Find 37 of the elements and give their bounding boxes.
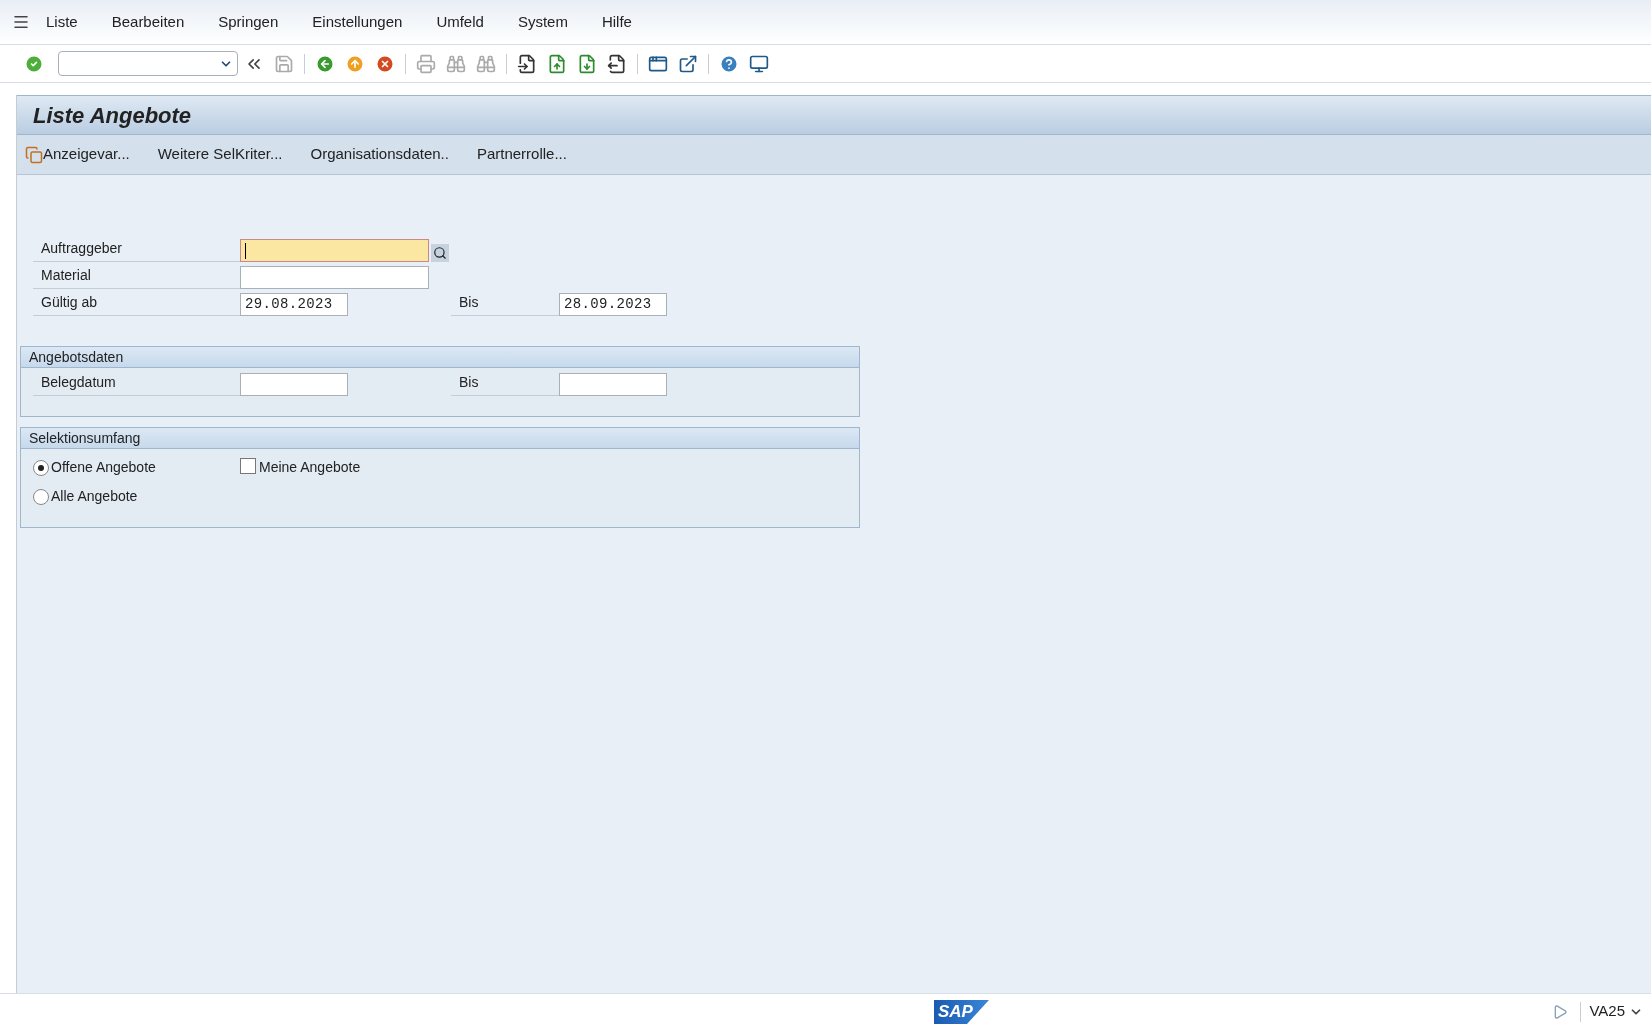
input-field[interactable] [240, 239, 429, 262]
menu-item[interactable]: System [517, 10, 568, 34]
group-title: Selektionsumfang [21, 428, 859, 449]
copy-icon [25, 145, 43, 164]
date-field[interactable] [559, 373, 667, 396]
menu-icon[interactable] [12, 13, 30, 31]
menu-item[interactable]: Springen [218, 10, 279, 34]
menu-item[interactable]: Hilfe [601, 10, 632, 34]
menu-item[interactable]: Bearbeiten [111, 10, 185, 34]
field-label: Material [33, 265, 240, 289]
play-icon[interactable] [1552, 1003, 1569, 1020]
input-field[interactable] [240, 266, 429, 289]
menu-item[interactable]: Umfeld [436, 10, 484, 34]
toolbar-button[interactable]: Anzeigevar... [25, 143, 130, 166]
field-label: Gültig ab [33, 292, 240, 316]
radio-label: Alle Angebote [51, 487, 138, 506]
screen-title: Liste Angebote [33, 101, 192, 130]
group-title: Angebotsdaten [21, 347, 859, 368]
command-field[interactable] [58, 51, 238, 76]
field-label: Belegdatum [33, 372, 240, 396]
checkbox[interactable] [240, 458, 256, 474]
toolbar-button[interactable]: Partnerrolle... [476, 143, 567, 166]
radio-button[interactable] [33, 488, 49, 505]
date-field[interactable] [240, 373, 348, 396]
toolbar-button[interactable]: Weitere SelKriter... [157, 143, 283, 166]
checkbox-label: Meine Angebote [259, 458, 361, 477]
menu-item[interactable]: Liste [46, 10, 78, 34]
date-field[interactable]: 28.09.2023 [559, 293, 667, 316]
menu-item[interactable]: Einstellungen [312, 10, 403, 34]
date-field[interactable]: 29.08.2023 [240, 293, 348, 316]
transaction-dropdown[interactable]: VA25 [1581, 1000, 1651, 1023]
radio-label: Offene Angebote [51, 458, 156, 477]
toolbar-button[interactable]: Organisationsdaten.. [310, 143, 449, 166]
logo: SAP [934, 1000, 989, 1024]
search-icon[interactable] [431, 244, 449, 262]
field-label: Auftraggeber [33, 238, 240, 262]
radio-button[interactable] [33, 459, 49, 476]
